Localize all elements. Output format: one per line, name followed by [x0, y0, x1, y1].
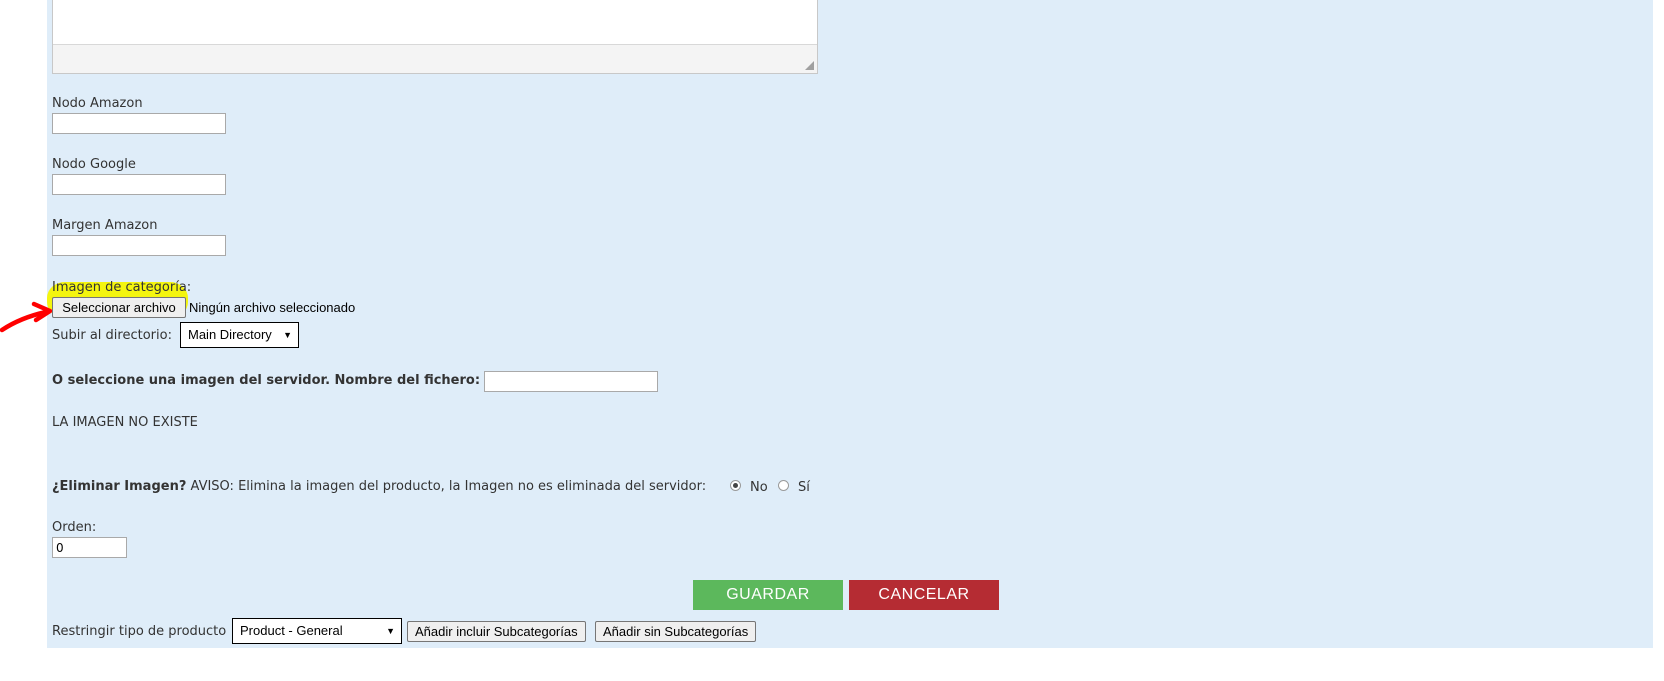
- margen-amazon-label: Margen Amazon: [52, 218, 158, 233]
- resize-grip-icon[interactable]: [805, 61, 814, 70]
- order-label: Orden:: [52, 520, 97, 535]
- restrict-type-label: Restringir tipo de producto: [52, 624, 227, 639]
- server-image-label: O seleccione una imagen del servidor. No…: [52, 373, 481, 388]
- image-status-text: LA IMAGEN NO EXISTE: [52, 415, 198, 430]
- description-textarea[interactable]: [52, 0, 818, 74]
- save-button[interactable]: GUARDAR: [693, 580, 843, 610]
- textarea-footer: [53, 44, 817, 73]
- nodo-google-label: Nodo Google: [52, 157, 136, 172]
- delete-yes-label: Sí: [798, 480, 810, 495]
- add-with-subcategories-button[interactable]: Añadir incluir Subcategorías: [407, 621, 586, 642]
- red-arrow-icon: [0, 301, 53, 333]
- delete-image-warning: AVISO: Elimina la imagen del producto, l…: [190, 479, 707, 494]
- delete-image-question: ¿Eliminar Imagen?: [52, 479, 187, 494]
- upload-dir-select[interactable]: Main Directory ▼: [180, 322, 299, 348]
- margen-amazon-input[interactable]: [52, 235, 226, 256]
- dropdown-caret-icon: ▼: [283, 330, 292, 340]
- nodo-amazon-label: Nodo Amazon: [52, 96, 143, 111]
- delete-image-row: ¿Eliminar Imagen? AVISO: Elimina la imag…: [52, 479, 706, 494]
- nodo-amazon-input[interactable]: [52, 113, 226, 134]
- add-without-subcategories-button[interactable]: Añadir sin Subcategorías: [595, 621, 757, 642]
- product-type-select[interactable]: Product - General ▼: [232, 618, 402, 644]
- upload-dir-label: Subir al directorio:: [52, 328, 172, 343]
- order-input[interactable]: [52, 537, 127, 558]
- server-filename-input[interactable]: [484, 371, 658, 392]
- delete-no-radio[interactable]: [730, 480, 741, 491]
- choose-file-button[interactable]: Seleccionar archivo: [52, 297, 186, 318]
- image-label: Imagen de categoría:: [52, 280, 192, 295]
- upload-dir-select-value: Main Directory: [188, 327, 272, 342]
- dropdown-caret-icon: ▼: [386, 626, 395, 636]
- no-file-text: Ningún archivo seleccionado: [189, 300, 356, 315]
- radio-selected-dot: [733, 483, 738, 488]
- delete-no-label: No: [750, 480, 768, 495]
- cancel-button[interactable]: CANCELAR: [849, 580, 999, 610]
- delete-yes-radio[interactable]: [778, 480, 789, 491]
- product-type-select-value: Product - General: [240, 623, 343, 638]
- nodo-google-input[interactable]: [52, 174, 226, 195]
